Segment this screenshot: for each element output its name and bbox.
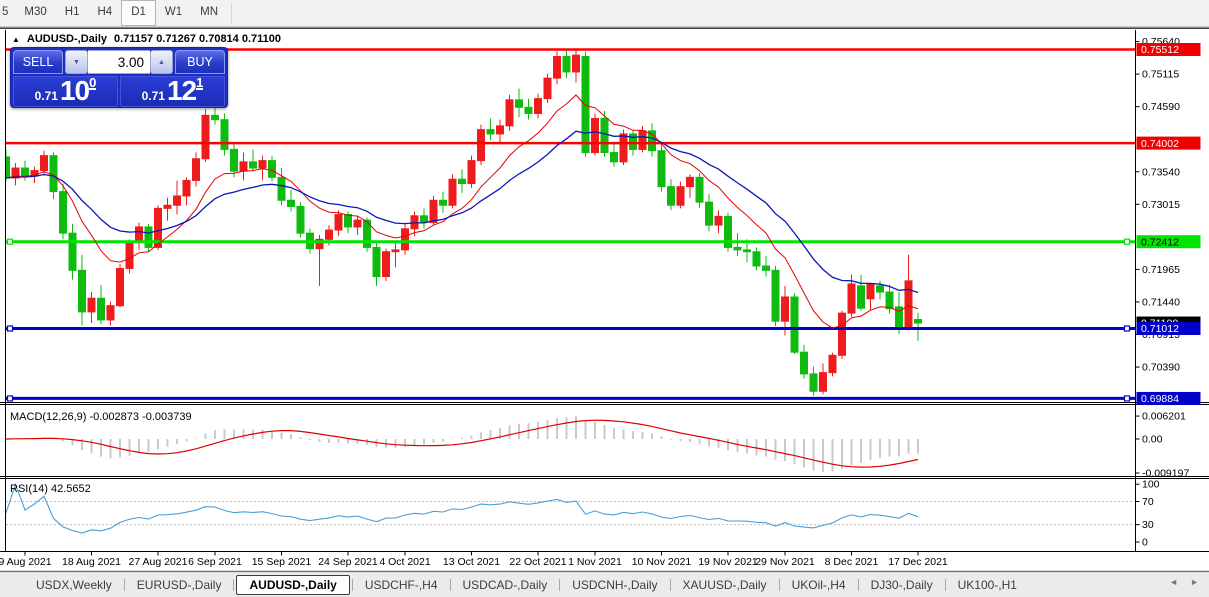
chart-tab-bar: USDX,WeeklyEURUSD-,DailyAUDUSD-,Daily USD… <box>0 573 1209 597</box>
mt4-window: 5M30H1H4D1W1MN 0.756400.751150.745900.73… <box>0 0 1209 597</box>
buy-price-sup: 1 <box>196 78 203 90</box>
timeframe-button-M30[interactable]: M30 <box>15 0 55 26</box>
tab-separator <box>124 579 125 591</box>
svg-text:1 Nov 2021: 1 Nov 2021 <box>568 556 622 568</box>
timeframe-button-MN[interactable]: MN <box>191 0 227 26</box>
sell-button[interactable]: SELL <box>13 50 63 74</box>
svg-text:0.75512: 0.75512 <box>1141 44 1179 56</box>
svg-text:0: 0 <box>1142 537 1148 549</box>
buy-price-display[interactable]: 0.71121 <box>120 76 225 107</box>
tab-separator <box>450 579 451 591</box>
hline-handle[interactable] <box>8 239 13 244</box>
price-chart-canvas[interactable]: 0.756400.751150.745900.735400.730150.719… <box>0 27 1209 573</box>
tab-usdx-weekly[interactable]: USDX,Weekly <box>26 575 122 595</box>
tab-usdcad-daily[interactable]: USDCAD-,Daily <box>453 575 558 595</box>
chevron-up-icon: ▲ <box>158 59 165 66</box>
svg-text:4 Oct 2021: 4 Oct 2021 <box>379 556 431 568</box>
tab-separator <box>858 579 859 591</box>
svg-text:10 Nov 2021: 10 Nov 2021 <box>632 556 692 568</box>
buy-button[interactable]: BUY <box>175 50 225 74</box>
timeframe-button-H4[interactable]: H4 <box>88 0 121 26</box>
sell-price-small: 0.71 <box>35 89 58 104</box>
toolbar-separator <box>231 3 232 23</box>
chart-ohlc-quotes: 0.71157 0.71267 0.70814 0.71100 <box>114 33 281 45</box>
volume-decrease-button[interactable]: ▼ <box>65 50 88 74</box>
chart-window: 0.756400.751150.745900.735400.730150.719… <box>0 27 1209 573</box>
tab-separator <box>670 579 671 591</box>
tab-usdchf-h4[interactable]: USDCHF-,H4 <box>355 575 448 595</box>
tab-scroll-arrows: ◄► <box>1169 577 1199 587</box>
tab-scroll-left-icon[interactable]: ◄ <box>1169 577 1178 587</box>
tab-scroll-right-icon[interactable]: ► <box>1190 577 1199 587</box>
svg-text:19 Nov 2021: 19 Nov 2021 <box>698 556 758 568</box>
svg-text:27 Aug 2021: 27 Aug 2021 <box>129 556 188 568</box>
svg-text:18 Aug 2021: 18 Aug 2021 <box>62 556 121 568</box>
svg-text:17 Dec 2021: 17 Dec 2021 <box>888 556 948 568</box>
chart-symbol-period: AUDUSD-,Daily <box>27 33 107 45</box>
one-click-trading-panel: SELL ▼ 3.00 ▲ BUY 0.71100 0.71121 <box>10 47 228 108</box>
tab-separator <box>233 579 234 591</box>
tab-dj30-daily[interactable]: DJ30-,Daily <box>861 575 943 595</box>
svg-text:0.74002: 0.74002 <box>1141 138 1179 150</box>
sell-price-display[interactable]: 0.71100 <box>13 76 118 107</box>
svg-text:22 Oct 2021: 22 Oct 2021 <box>509 556 566 568</box>
timeframe-button-5[interactable]: 5 <box>0 0 15 26</box>
svg-text:0.71965: 0.71965 <box>1142 264 1180 276</box>
svg-text:0.73015: 0.73015 <box>1142 199 1180 211</box>
svg-text:100: 100 <box>1142 479 1160 491</box>
svg-text:0.00: 0.00 <box>1142 434 1163 446</box>
svg-text:0.006201: 0.006201 <box>1142 411 1186 423</box>
svg-text:6 Sep 2021: 6 Sep 2021 <box>188 556 242 568</box>
tab-usdcnh-daily[interactable]: USDCNH-,Daily <box>562 575 667 595</box>
svg-text:29 Nov 2021: 29 Nov 2021 <box>755 556 815 568</box>
timeframe-button-D1[interactable]: D1 <box>121 0 156 26</box>
chevron-down-icon: ▼ <box>73 59 80 66</box>
svg-text:0.73540: 0.73540 <box>1142 166 1180 178</box>
tab-separator <box>779 579 780 591</box>
timeframe-button-W1[interactable]: W1 <box>156 0 191 26</box>
svg-text:0.74590: 0.74590 <box>1142 101 1180 113</box>
svg-text:70: 70 <box>1142 496 1154 508</box>
hline-handle[interactable] <box>8 396 13 401</box>
chart-title: ▲ AUDUSD-,Daily 0.71157 0.71267 0.70814 … <box>12 33 281 45</box>
svg-text:13 Oct 2021: 13 Oct 2021 <box>443 556 500 568</box>
svg-text:9 Aug 2021: 9 Aug 2021 <box>0 556 52 568</box>
collapse-icon[interactable]: ▲ <box>12 35 20 44</box>
volume-input[interactable]: 3.00 <box>88 50 150 74</box>
buy-price-small: 0.71 <box>142 89 165 104</box>
svg-text:-0.009197: -0.009197 <box>1142 468 1189 480</box>
svg-text:0.71440: 0.71440 <box>1142 296 1180 308</box>
tab-uk100-h1[interactable]: UK100-,H1 <box>948 575 1027 595</box>
sell-price-sup: 0 <box>89 78 96 90</box>
hline-handle[interactable] <box>8 326 13 331</box>
svg-text:0.71012: 0.71012 <box>1141 323 1179 335</box>
tab-ukoil-h4[interactable]: UKOil-,H4 <box>782 575 856 595</box>
tab-separator <box>352 579 353 591</box>
tab-xauusd-daily[interactable]: XAUUSD-,Daily <box>673 575 777 595</box>
svg-text:30: 30 <box>1142 519 1154 531</box>
svg-text:8 Dec 2021: 8 Dec 2021 <box>825 556 879 568</box>
sell-price-big: 10 <box>60 78 89 104</box>
hline-handle[interactable] <box>1125 326 1130 331</box>
tab-eurusd-daily[interactable]: EURUSD-,Daily <box>127 575 232 595</box>
volume-increase-button[interactable]: ▲ <box>150 50 173 74</box>
hline-handle[interactable] <box>1125 239 1130 244</box>
svg-text:15 Sep 2021: 15 Sep 2021 <box>252 556 312 568</box>
svg-text:0.75115: 0.75115 <box>1142 69 1179 81</box>
buy-price-big: 12 <box>167 78 196 104</box>
svg-text:0.70390: 0.70390 <box>1142 362 1180 374</box>
timeframe-toolbar: 5M30H1H4D1W1MN <box>0 0 1209 27</box>
svg-text:24 Sep 2021: 24 Sep 2021 <box>318 556 378 568</box>
svg-text:0.69884: 0.69884 <box>1141 393 1179 405</box>
timeframe-button-H1[interactable]: H1 <box>56 0 89 26</box>
tab-separator <box>945 579 946 591</box>
volume-stepper: ▼ 3.00 ▲ <box>65 50 173 74</box>
rsi-label: RSI(14) 42.5652 <box>10 483 91 495</box>
tab-separator <box>559 579 560 591</box>
tab-audusd-daily[interactable]: AUDUSD-,Daily <box>236 575 349 595</box>
macd-label: MACD(12,26,9) -0.002873 -0.003739 <box>10 411 192 423</box>
hline-handle[interactable] <box>1125 396 1130 401</box>
svg-text:0.72412: 0.72412 <box>1141 236 1179 248</box>
